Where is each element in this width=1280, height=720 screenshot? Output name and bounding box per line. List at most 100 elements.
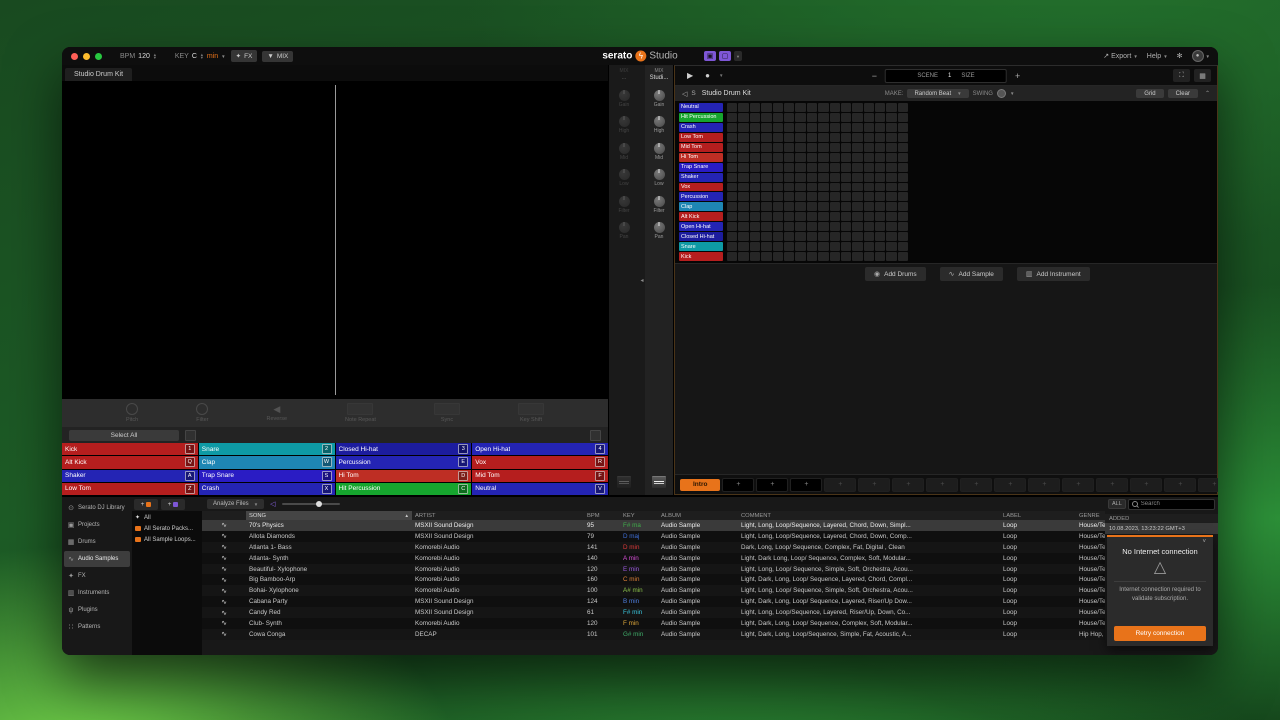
step-cell[interactable] <box>784 103 794 112</box>
step-cell[interactable] <box>841 123 851 132</box>
seq-track-label[interactable]: Mid Tom <box>679 143 723 152</box>
step-cell[interactable] <box>750 202 760 211</box>
step-cell[interactable] <box>738 153 748 162</box>
step-cell[interactable] <box>738 133 748 142</box>
step-cell[interactable] <box>784 183 794 192</box>
sidebar-item-serato-dj-library[interactable]: ⊙Serato DJ Library <box>64 500 130 516</box>
step-cell[interactable] <box>807 212 817 221</box>
add-sample-button[interactable]: ∿Add Sample <box>940 267 1003 281</box>
step-cell[interactable] <box>852 123 862 132</box>
sidebar-item-projects[interactable]: ▣Projects <box>64 517 130 533</box>
scene-add-slot-dim[interactable]: + <box>858 478 890 492</box>
step-cell[interactable] <box>750 212 760 221</box>
step-cell[interactable] <box>841 212 851 221</box>
step-cell[interactable] <box>841 113 851 122</box>
step-cell[interactable] <box>898 222 908 231</box>
added-column-header[interactable]: ADDED <box>1105 514 1218 523</box>
add-smart-crate-button[interactable]: + <box>161 499 185 510</box>
table-row[interactable]: ∿Big Bamboo-ArpKomorebi Audio160C minAud… <box>202 574 1105 585</box>
step-cell[interactable] <box>727 242 737 251</box>
mixer-knob-pan[interactable]: Pan <box>619 222 630 240</box>
step-cell[interactable] <box>795 173 805 182</box>
search-box[interactable] <box>1128 499 1215 510</box>
step-cell[interactable] <box>841 202 851 211</box>
step-cell[interactable] <box>727 222 737 231</box>
step-cell[interactable] <box>864 232 874 241</box>
step-cell[interactable] <box>898 143 908 152</box>
step-cell[interactable] <box>750 153 760 162</box>
step-cell[interactable] <box>898 153 908 162</box>
step-cell[interactable] <box>818 222 828 231</box>
step-cell[interactable] <box>898 242 908 251</box>
mixer-knob-gain[interactable]: Gain <box>654 90 665 108</box>
column-header-comment[interactable]: COMMENT <box>738 513 1000 519</box>
display-mode-icon[interactable]: ▢ <box>719 51 731 61</box>
step-cell[interactable] <box>738 143 748 152</box>
step-cell[interactable] <box>875 242 885 251</box>
scene-size-minus-button[interactable]: − <box>872 71 877 81</box>
step-cell[interactable] <box>738 113 748 122</box>
drum-pad[interactable]: Alt KickQ <box>62 456 198 468</box>
step-cell[interactable] <box>750 133 760 142</box>
solo-badge[interactable]: S <box>691 90 695 97</box>
step-cell[interactable] <box>784 113 794 122</box>
deck-control-pitch[interactable]: Pitch <box>126 403 138 423</box>
table-row[interactable]: ∿Club- SynthKomorebi Audio120F minAudio … <box>202 618 1105 629</box>
step-cell[interactable] <box>773 212 783 221</box>
column-header-bpm[interactable]: BPM <box>584 513 620 519</box>
step-cell[interactable] <box>818 113 828 122</box>
column-header-artist[interactable]: ARTIST <box>412 513 584 519</box>
step-cell[interactable] <box>886 192 896 201</box>
step-cell[interactable] <box>773 123 783 132</box>
add-crate-button[interactable]: + <box>134 499 158 510</box>
step-cell[interactable] <box>795 143 805 152</box>
volume-slider-handle[interactable] <box>316 501 322 507</box>
step-cell[interactable] <box>738 232 748 241</box>
step-cell[interactable] <box>886 143 896 152</box>
step-cell[interactable] <box>830 143 840 152</box>
step-cell[interactable] <box>852 212 862 221</box>
scene-add-slot-dim[interactable]: + <box>926 478 958 492</box>
step-cell[interactable] <box>773 163 783 172</box>
step-cell[interactable] <box>795 242 805 251</box>
step-cell[interactable] <box>795 153 805 162</box>
seq-track-label[interactable]: Percussion <box>679 192 723 201</box>
step-cell[interactable] <box>875 153 885 162</box>
step-cell[interactable] <box>841 153 851 162</box>
step-cell[interactable] <box>773 103 783 112</box>
scene-add-slot-dim[interactable]: + <box>994 478 1026 492</box>
sidebar-item-fx[interactable]: ✦FX <box>64 568 130 584</box>
step-cell[interactable] <box>727 163 737 172</box>
close-window-button[interactable] <box>71 53 78 60</box>
step-cell[interactable] <box>784 232 794 241</box>
step-cell[interactable] <box>864 222 874 231</box>
clear-button[interactable]: Clear <box>1168 89 1198 98</box>
step-cell[interactable] <box>807 232 817 241</box>
step-cell[interactable] <box>773 153 783 162</box>
bpm-value[interactable]: 120 <box>138 53 150 60</box>
step-cell[interactable] <box>875 202 885 211</box>
step-cell[interactable] <box>727 212 737 221</box>
step-cell[interactable] <box>773 232 783 241</box>
column-header-key[interactable]: KEY <box>620 513 658 519</box>
deck-tab-studio-drum-kit[interactable]: Studio Drum Kit <box>65 68 132 81</box>
step-cell[interactable] <box>898 123 908 132</box>
step-cell[interactable] <box>761 212 771 221</box>
step-cell[interactable] <box>795 192 805 201</box>
step-cell[interactable] <box>875 113 885 122</box>
grid-button[interactable]: Grid <box>1136 89 1163 98</box>
step-cell[interactable] <box>886 163 896 172</box>
table-row[interactable]: ∿Cabana PartyMSXII Sound Design124B minA… <box>202 596 1105 607</box>
step-cell[interactable] <box>761 143 771 152</box>
step-cell[interactable] <box>886 113 896 122</box>
step-cell[interactable] <box>818 232 828 241</box>
step-cell[interactable] <box>818 192 828 201</box>
step-cell[interactable] <box>750 183 760 192</box>
step-cell[interactable] <box>784 163 794 172</box>
step-cell[interactable] <box>852 242 862 251</box>
step-cell[interactable] <box>818 133 828 142</box>
step-cell[interactable] <box>784 153 794 162</box>
step-cell[interactable] <box>761 183 771 192</box>
step-cell[interactable] <box>773 173 783 182</box>
zoom-window-button[interactable] <box>95 53 102 60</box>
